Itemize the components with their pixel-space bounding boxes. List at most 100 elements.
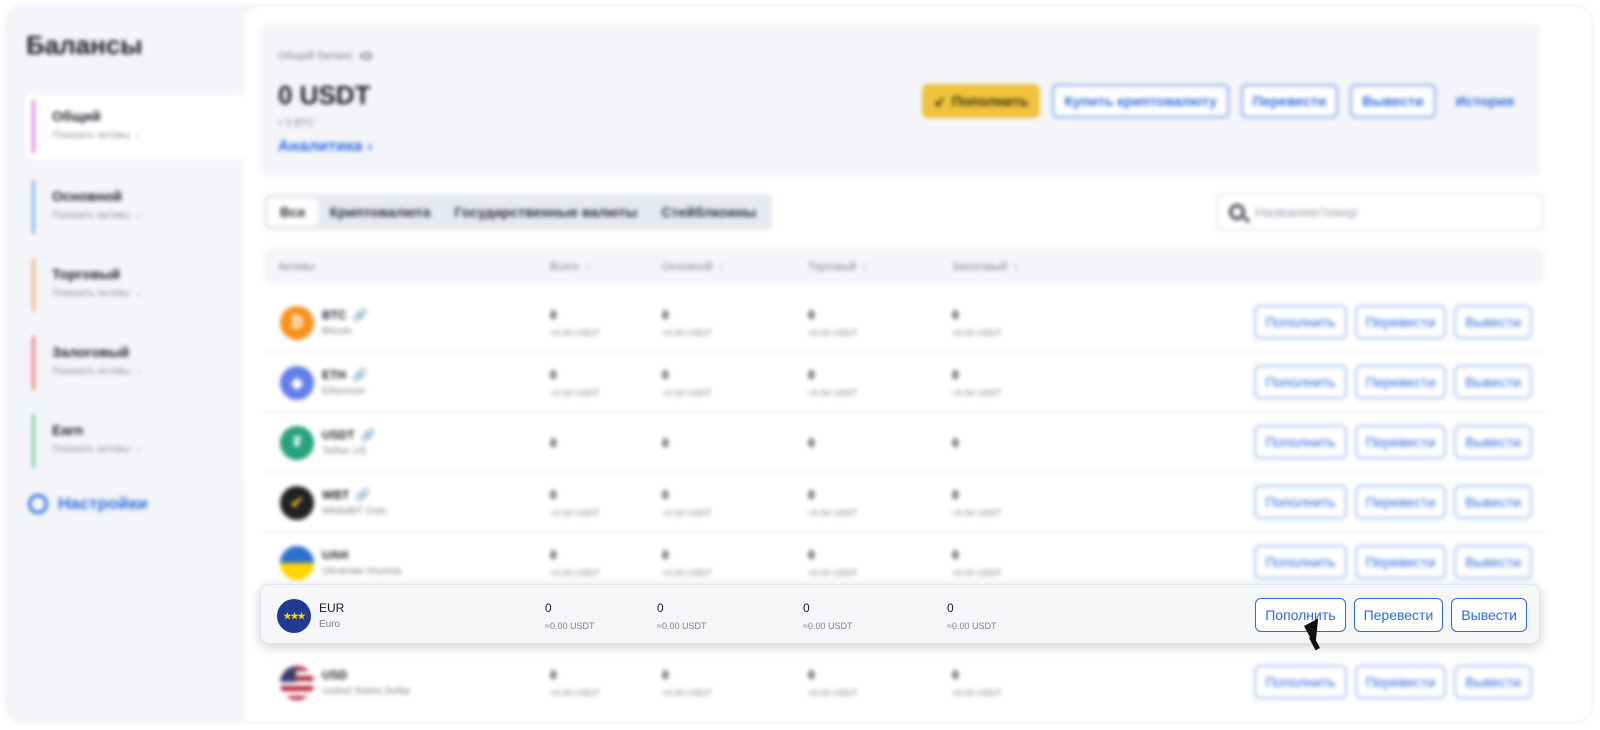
total-cell: 0 ≈0.00 USDT	[545, 601, 594, 631]
row-withdraw-button[interactable]: Вывести	[1454, 305, 1532, 339]
total-cell: 0 ≈0.00 USDT	[550, 308, 599, 338]
tab-stablecoins[interactable]: Стейблкоины	[649, 198, 768, 226]
row-deposit-button[interactable]: Пополнить	[1254, 425, 1347, 459]
table-row-highlighted-eur: ★★★ EUR Euro 0 ≈0.00 USDT 0 ≈0.00 USDT 0 ≈0…	[260, 584, 1540, 644]
tether-icon: ₮	[280, 426, 314, 460]
collateral-value: 0	[952, 488, 959, 502]
collateral-usdt: ≈0.00 USDT	[952, 688, 1002, 698]
asset-name: United States Dollar	[322, 686, 411, 697]
settings-link[interactable]: Настройки	[28, 494, 148, 514]
collateral-usdt: ≈0.00 USDT	[952, 388, 1002, 398]
collateral-usdt: ≈0.00 USDT	[952, 328, 1002, 338]
buy-crypto-button[interactable]: Купить криптовалюту	[1052, 84, 1229, 118]
row-transfer-button[interactable]: Перевести	[1353, 598, 1444, 632]
sidebar-item-label: Earn	[52, 422, 84, 438]
main-usdt: ≈0.00 USDT	[662, 688, 712, 698]
row-withdraw-button[interactable]: Вывести	[1454, 425, 1532, 459]
main-usdt: ≈0.00 USDT	[657, 621, 707, 631]
row-withdraw-button[interactable]: Вывести	[1454, 545, 1532, 579]
main-usdt: ≈0.00 USDT	[662, 388, 712, 398]
collateral-cell: 0 ≈0.00 USDT	[947, 601, 996, 631]
trade-value: 0	[808, 436, 815, 450]
sidebar-item-trade[interactable]: Торговый Показать активы →	[26, 252, 244, 318]
collateral-usdt: ≈0.00 USDT	[952, 568, 1002, 578]
header-main[interactable]: Основной ↕	[662, 261, 724, 273]
row-withdraw-button[interactable]: Вывести	[1454, 665, 1532, 699]
row-deposit-button[interactable]: Пополнить	[1255, 598, 1346, 632]
trade-usdt: ≈0.00 USDT	[808, 568, 858, 578]
link-icon[interactable]: 🔗	[353, 308, 368, 322]
row-withdraw-button[interactable]: Вывести	[1451, 598, 1527, 632]
header-collateral[interactable]: Залоговый ↕	[952, 261, 1019, 273]
total-usdt: ≈0.00 USDT	[550, 568, 600, 578]
asset-filter-tabs: Все Криптовалюта Государственные валюты …	[264, 194, 773, 230]
show-assets-link[interactable]: Показать активы →	[52, 210, 244, 221]
row-actions: Пополнить Перевести Вывести	[1254, 365, 1532, 399]
collateral-value: 0	[952, 436, 959, 450]
sidebar-item-earn[interactable]: Earn Показать активы →	[26, 408, 244, 474]
tab-fiat[interactable]: Государственные валюты	[442, 198, 649, 226]
trade-cell: 0 ≈0.00 USDT	[803, 601, 852, 631]
sidebar-item-label: Торговый	[52, 266, 121, 282]
row-withdraw-button[interactable]: Вывести	[1454, 365, 1532, 399]
link-icon[interactable]: 🔗	[352, 368, 367, 382]
main-cell: 0 ≈0.00 USDT	[662, 548, 711, 578]
row-actions: Пополнить Перевести Вывести	[1254, 425, 1532, 459]
gear-icon	[28, 494, 48, 514]
eye-icon[interactable]	[359, 52, 372, 60]
row-transfer-button[interactable]: Перевести	[1354, 485, 1447, 519]
row-deposit-button[interactable]: Пополнить	[1254, 545, 1347, 579]
asset-name: WhiteBIT Coin	[322, 506, 387, 517]
header-total[interactable]: Всего ↕	[550, 261, 590, 273]
withdraw-button[interactable]: Вывести	[1350, 84, 1436, 118]
main-cell: 0 ≈0.00 USDT	[657, 601, 706, 631]
sidebar-item-main[interactable]: Основной Показать активы →	[26, 174, 244, 240]
analytics-link[interactable]: Аналитика ›	[278, 138, 372, 156]
ticker-text: WBT	[322, 488, 350, 502]
show-assets-link[interactable]: Показать активы →	[52, 288, 244, 299]
row-transfer-button[interactable]: Перевести	[1354, 305, 1447, 339]
collateral-cell: 0	[952, 436, 959, 450]
main-cell: 0 ≈0.00 USDT	[662, 368, 711, 398]
main-value: 0	[662, 308, 669, 322]
row-transfer-button[interactable]: Перевести	[1354, 545, 1447, 579]
ethereum-icon: ◆	[280, 366, 314, 400]
collateral-usdt: ≈0.00 USDT	[947, 621, 997, 631]
asset-name: Bitcoin	[322, 326, 353, 337]
row-withdraw-button[interactable]: Вывести	[1454, 485, 1532, 519]
row-deposit-button[interactable]: Пополнить	[1254, 365, 1347, 399]
collateral-usdt: ≈0.00 USDT	[952, 508, 1002, 518]
header-trade[interactable]: Торговый ↕	[808, 261, 867, 273]
tab-all[interactable]: Все	[268, 198, 318, 226]
row-transfer-button[interactable]: Перевести	[1354, 425, 1447, 459]
tab-crypto[interactable]: Криптовалюта	[318, 198, 443, 226]
row-deposit-button[interactable]: Пополнить	[1254, 485, 1347, 519]
deposit-label: Пополнить	[951, 93, 1029, 109]
transfer-button[interactable]: Перевести	[1240, 84, 1339, 118]
asset-name: Ethereum	[322, 386, 366, 397]
sidebar-item-collateral[interactable]: Залоговый Показать активы →	[26, 330, 244, 396]
row-actions: Пополнить Перевести Вывести	[1254, 665, 1532, 699]
link-icon[interactable]: 🔗	[355, 488, 370, 502]
collateral-value: 0	[952, 548, 959, 562]
bitcoin-icon: ₿	[280, 306, 314, 340]
show-assets-link[interactable]: Показать активы →	[52, 444, 244, 455]
main-usdt: ≈0.00 USDT	[662, 568, 712, 578]
deposit-button[interactable]: ↙ Пополнить	[922, 84, 1041, 118]
row-transfer-button[interactable]: Перевести	[1354, 365, 1447, 399]
show-assets-link[interactable]: Показать активы →	[52, 130, 244, 141]
show-assets-link[interactable]: Показать активы →	[52, 366, 244, 377]
sidebar-accent-bar	[32, 100, 35, 154]
link-icon[interactable]: 🔗	[361, 428, 376, 442]
sort-icon: ↕	[718, 261, 724, 273]
collateral-value: 0	[947, 601, 954, 615]
asset-ticker: UAH	[322, 548, 348, 562]
row-transfer-button[interactable]: Перевести	[1354, 665, 1447, 699]
asset-ticker: WBT 🔗	[322, 488, 370, 502]
sidebar-item-general[interactable]: Общий Показать активы →	[26, 94, 244, 160]
row-deposit-button[interactable]: Пополнить	[1254, 305, 1347, 339]
main-usdt: ≈0.00 USDT	[662, 508, 712, 518]
history-link[interactable]: История	[1448, 93, 1514, 109]
row-deposit-button[interactable]: Пополнить	[1254, 665, 1347, 699]
search-input[interactable]: Название/тикер	[1216, 194, 1544, 230]
